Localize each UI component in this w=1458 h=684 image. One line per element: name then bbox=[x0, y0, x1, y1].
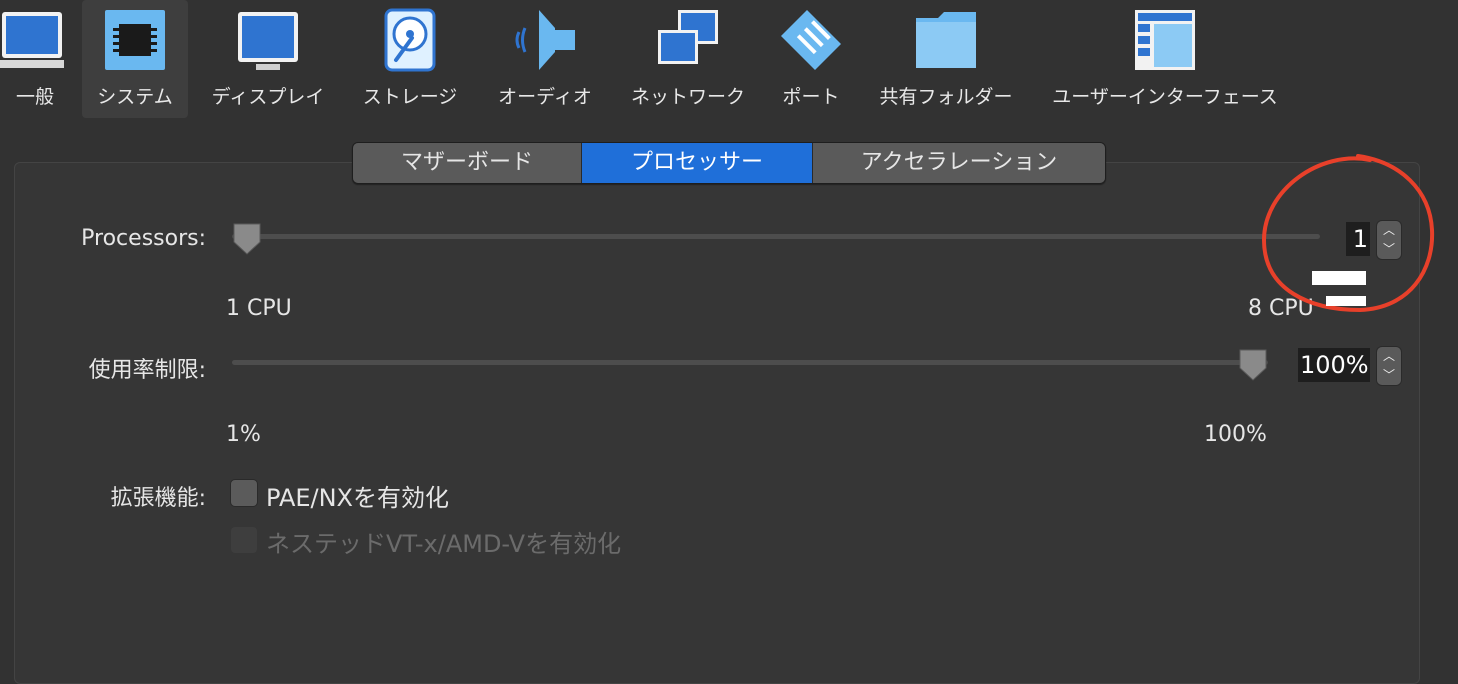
processors-slider-thumb[interactable] bbox=[232, 222, 262, 256]
processors-min-label: 1 CPU bbox=[226, 296, 292, 321]
annotation-mark bbox=[1312, 271, 1366, 285]
usage-limit-min-label: 1% bbox=[226, 422, 261, 447]
toolbar-item-system[interactable]: システム bbox=[82, 0, 188, 118]
chevron-down-icon[interactable]: ﹀ bbox=[1377, 366, 1401, 385]
toolbar-item-storage[interactable]: ストレージ bbox=[355, 0, 465, 118]
toolbar-item-label: ネットワーク bbox=[630, 86, 745, 108]
toolbar-item-display[interactable]: ディスプレイ bbox=[206, 0, 330, 118]
nested-vtx-checkbox bbox=[230, 526, 258, 554]
tab-motherboard[interactable]: マザーボード bbox=[353, 143, 582, 183]
usage-limit-value-field[interactable]: 100% bbox=[1298, 348, 1370, 382]
display-icon bbox=[238, 12, 298, 70]
pae-nx-label[interactable]: PAE/NXを有効化 bbox=[266, 478, 449, 513]
toolbar-item-general[interactable]: 一般 bbox=[0, 0, 70, 118]
tab-acceleration[interactable]: アクセラレーション bbox=[813, 143, 1105, 183]
toolbar-item-label: ユーザーインターフェース bbox=[1052, 86, 1278, 108]
toolbar-item-label: ポート bbox=[782, 86, 840, 108]
tab-bar: マザーボード プロセッサー アクセラレーション bbox=[352, 142, 1106, 184]
usage-limit-max-label: 100% bbox=[1204, 422, 1267, 447]
folder-icon bbox=[916, 12, 976, 68]
toolbar-item-label: 一般 bbox=[15, 86, 54, 108]
toolbar-item-label: ストレージ bbox=[362, 86, 458, 108]
usage-limit-label: 使用率制限: bbox=[88, 358, 206, 383]
usage-limit-slider-thumb[interactable] bbox=[1238, 348, 1268, 382]
extended-features-label: 拡張機能: bbox=[110, 486, 206, 511]
toolbar-item-network[interactable]: ネットワーク bbox=[625, 0, 751, 118]
chevron-up-icon[interactable]: ︿ bbox=[1377, 347, 1401, 366]
nested-vtx-label: ネステッドVT-x/AMD-Vを有効化 bbox=[266, 530, 622, 558]
speaker-icon bbox=[515, 10, 575, 70]
processors-max-label: 8 CPU bbox=[1248, 296, 1314, 321]
processors-label: Processors: bbox=[81, 226, 206, 251]
toolbar-item-label: ディスプレイ bbox=[211, 86, 325, 108]
toolbar-item-label: システム bbox=[97, 86, 173, 108]
pae-nx-checkbox[interactable] bbox=[230, 479, 258, 507]
disk-icon bbox=[384, 8, 436, 72]
network-icon bbox=[658, 10, 718, 64]
monitor-icon bbox=[0, 12, 64, 68]
processors-value-field[interactable]: 1 bbox=[1346, 222, 1370, 256]
usage-limit-slider-track[interactable] bbox=[232, 360, 1268, 365]
usage-limit-stepper[interactable]: ︿ ﹀ bbox=[1376, 346, 1402, 386]
toolbar-item-label: オーディオ bbox=[498, 86, 592, 108]
toolbar-item-shared-folders[interactable]: 共有フォルダー bbox=[872, 0, 1020, 118]
processors-stepper[interactable]: ︿ ﹀ bbox=[1376, 220, 1402, 260]
chip-icon bbox=[105, 10, 165, 70]
toolbar: 一般 システム ディスプレイ ストレージ オーディオ ネットワーク ポート 共有… bbox=[0, 0, 1458, 120]
toolbar-item-port[interactable]: ポート bbox=[770, 0, 852, 118]
port-icon bbox=[781, 10, 841, 70]
toolbar-item-audio[interactable]: オーディオ bbox=[490, 0, 600, 118]
ui-window-icon bbox=[1135, 10, 1195, 70]
processors-slider-track[interactable] bbox=[232, 234, 1320, 239]
annotation-mark bbox=[1326, 296, 1366, 306]
toolbar-item-user-interface[interactable]: ユーザーインターフェース bbox=[1048, 0, 1282, 118]
tab-processor[interactable]: プロセッサー bbox=[582, 143, 813, 183]
chevron-down-icon[interactable]: ﹀ bbox=[1377, 240, 1401, 259]
toolbar-item-label: 共有フォルダー bbox=[879, 86, 1013, 108]
chevron-up-icon[interactable]: ︿ bbox=[1377, 221, 1401, 240]
